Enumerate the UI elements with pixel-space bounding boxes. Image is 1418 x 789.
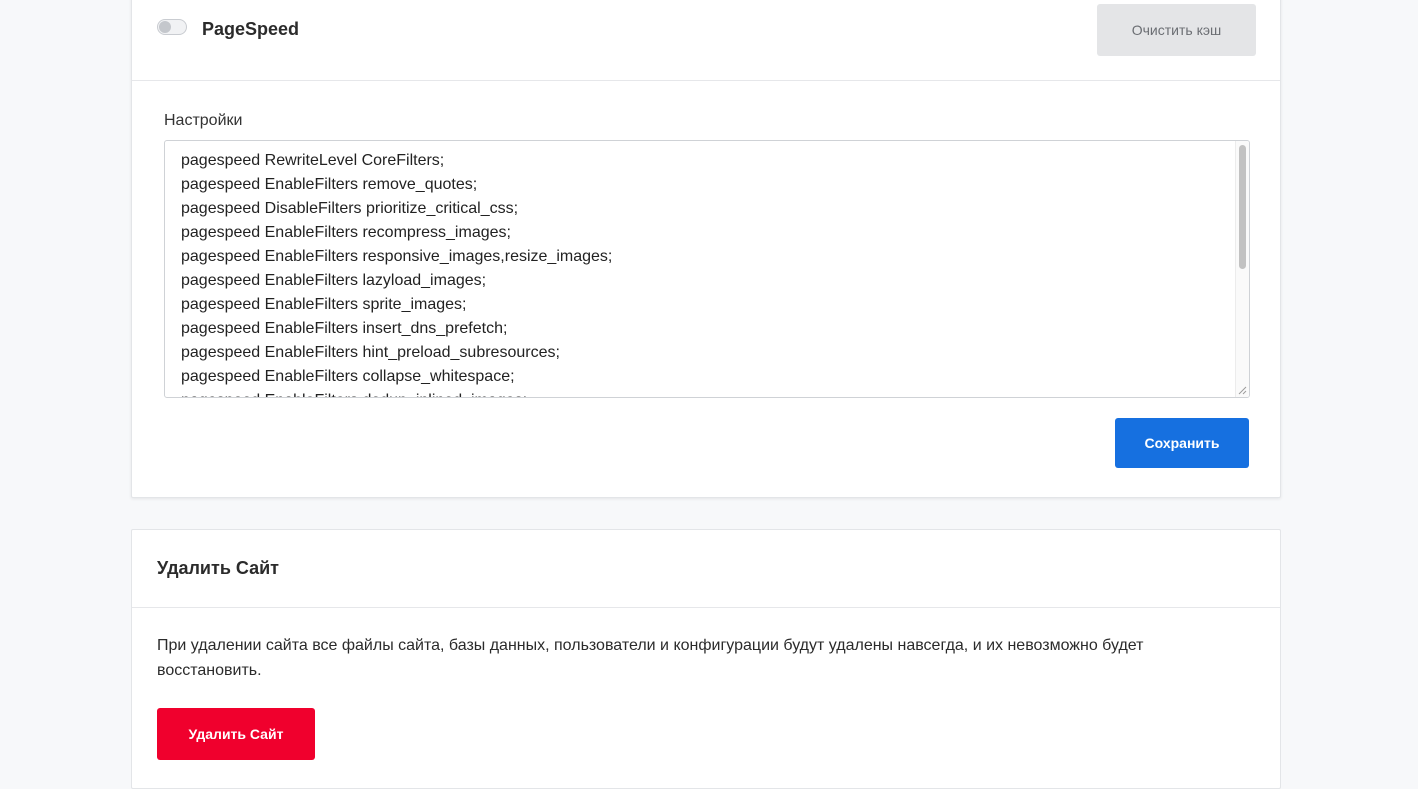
settings-textarea[interactable]: pagespeed RewriteLevel CoreFilters; pages… <box>164 140 1250 398</box>
settings-line: pagespeed RewriteLevel CoreFilters; <box>181 152 445 169</box>
delete-site-button[interactable]: Удалить Сайт <box>157 708 315 760</box>
toggle-knob <box>159 21 171 33</box>
clear-cache-button[interactable]: Очистить кэш <box>1097 4 1256 56</box>
pagespeed-header: PageSpeed Очистить кэш <box>132 0 1280 81</box>
settings-text: pagespeed RewriteLevel CoreFilters; pages… <box>181 149 1229 397</box>
settings-line: pagespeed EnableFilters sprite_images; <box>181 296 467 313</box>
pagespeed-toggle[interactable] <box>157 19 187 35</box>
settings-line: pagespeed EnableFilters recompress_image… <box>181 224 511 241</box>
save-button[interactable]: Сохранить <box>1115 418 1249 468</box>
scrollbar-thumb[interactable] <box>1239 145 1246 269</box>
settings-label: Настройки <box>164 112 243 129</box>
settings-line: pagespeed EnableFilters insert_dns_prefe… <box>181 320 508 337</box>
resize-handle-icon[interactable] <box>1238 386 1247 395</box>
settings-line: pagespeed EnableFilters collapse_whitesp… <box>181 368 515 385</box>
delete-site-description: При удалении сайта все файлы сайта, базы… <box>157 637 1144 679</box>
settings-line: pagespeed EnableFilters hint_preload_sub… <box>181 344 560 361</box>
delete-site-header: Удалить Сайт <box>132 530 1280 608</box>
settings-line: pagespeed DisableFilters prioritize_crit… <box>181 200 519 217</box>
settings-line: pagespeed EnableFilters remove_quotes; <box>181 176 478 193</box>
textarea-scrollbar[interactable] <box>1235 141 1249 397</box>
settings-line: pagespeed EnableFilters dedup_inlined_im… <box>181 389 1229 397</box>
pagespeed-title: PageSpeed <box>202 19 300 39</box>
settings-line: pagespeed EnableFilters responsive_image… <box>181 248 613 265</box>
delete-site-card: Удалить Сайт При удалении сайта все файл… <box>131 529 1281 789</box>
settings-line: pagespeed EnableFilters lazyload_images; <box>181 272 487 289</box>
delete-site-title: Удалить Сайт <box>157 558 279 578</box>
pagespeed-card: PageSpeed Очистить кэш Настройки pagespe… <box>131 0 1281 498</box>
